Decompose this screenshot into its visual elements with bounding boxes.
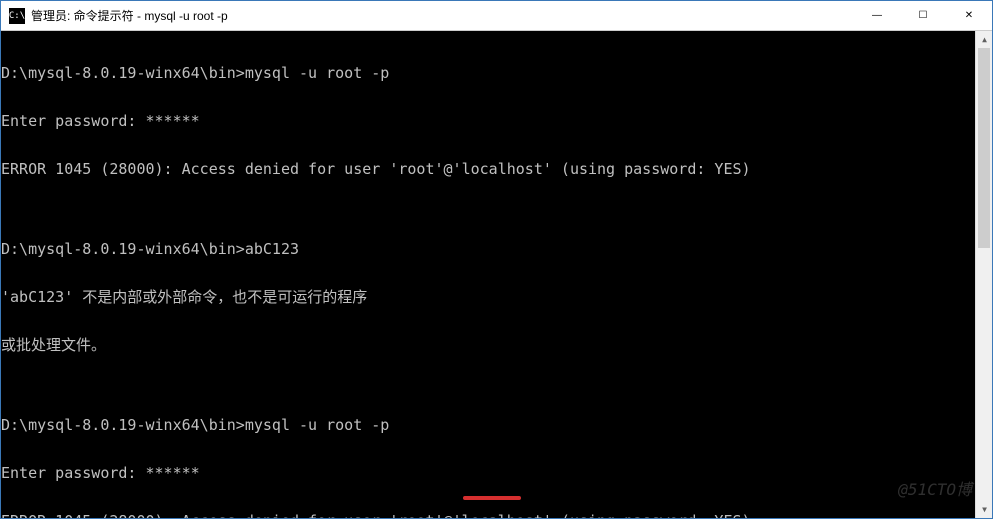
- terminal-line: D:\mysql-8.0.19-winx64\bin>mysql -u root…: [1, 65, 975, 81]
- terminal-line: 'abC123' 不是内部或外部命令，也不是可运行的程序: [1, 289, 975, 305]
- scrollbar-up-button[interactable]: ▲: [976, 31, 992, 48]
- vertical-scrollbar[interactable]: ▲ ▼: [975, 31, 992, 518]
- terminal-line: 或批处理文件。: [1, 337, 975, 353]
- terminal-line: D:\mysql-8.0.19-winx64\bin>abC123: [1, 241, 975, 257]
- red-underline-annotation: [463, 496, 521, 500]
- window-title: 管理员: 命令提示符 - mysql -u root -p: [31, 7, 854, 24]
- terminal-line: ERROR 1045 (28000): Access denied for us…: [1, 513, 975, 518]
- terminal-area[interactable]: D:\mysql-8.0.19-winx64\bin>mysql -u root…: [1, 31, 992, 518]
- command-prompt-window: C:\ 管理员: 命令提示符 - mysql -u root -p — ☐ ✕ …: [0, 0, 993, 519]
- close-button[interactable]: ✕: [946, 1, 992, 30]
- terminal-line: ERROR 1045 (28000): Access denied for us…: [1, 161, 975, 177]
- terminal-line: Enter password: ******: [1, 465, 975, 481]
- maximize-button[interactable]: ☐: [900, 1, 946, 30]
- window-controls: — ☐ ✕: [854, 1, 992, 30]
- minimize-button[interactable]: —: [854, 1, 900, 30]
- scrollbar-thumb[interactable]: [978, 48, 990, 248]
- terminal-line: Enter password: ******: [1, 113, 975, 129]
- titlebar[interactable]: C:\ 管理员: 命令提示符 - mysql -u root -p — ☐ ✕: [1, 1, 992, 31]
- terminal-content[interactable]: D:\mysql-8.0.19-winx64\bin>mysql -u root…: [1, 31, 975, 518]
- app-icon: C:\: [9, 8, 25, 24]
- terminal-line: D:\mysql-8.0.19-winx64\bin>mysql -u root…: [1, 417, 975, 433]
- scrollbar-down-button[interactable]: ▼: [976, 501, 992, 518]
